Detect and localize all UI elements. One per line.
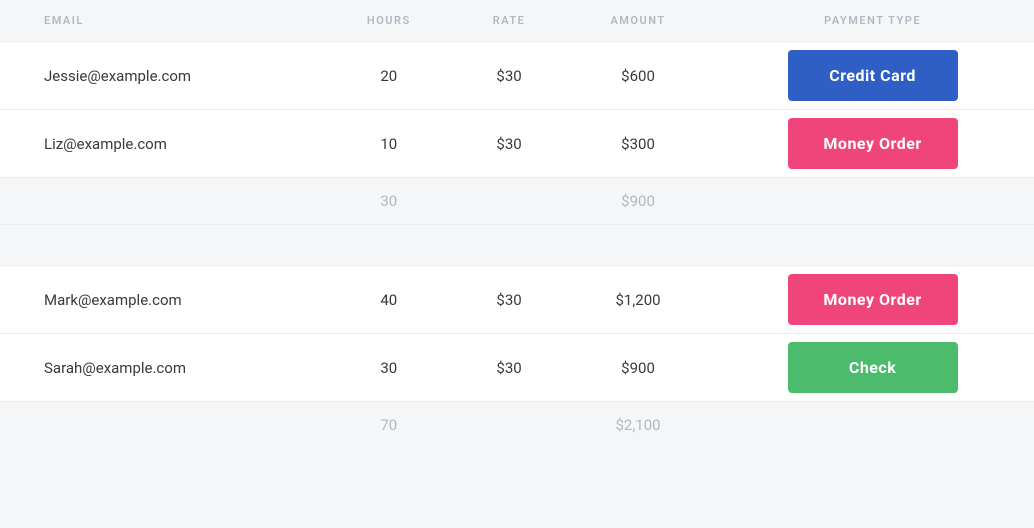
subtotal-amount: $2,100 (565, 402, 711, 449)
table-row: Sarah@example.com 30 $30 $900 Check (0, 334, 1034, 402)
col-header-rate: RATE (453, 0, 565, 42)
cell-payment-type: Money Order (711, 110, 1034, 178)
col-header-amount: AMOUNT (565, 0, 711, 42)
cell-rate: $30 (453, 334, 565, 402)
subtotal-row: 30 $900 (0, 178, 1034, 225)
table-row: Jessie@example.com 20 $30 $600 Credit Ca… (0, 42, 1034, 110)
cell-payment-type: Credit Card (711, 42, 1034, 110)
cell-amount: $1,200 (565, 266, 711, 334)
cell-amount: $900 (565, 334, 711, 402)
subtotal-payment (711, 178, 1034, 225)
cell-hours: 30 (324, 334, 453, 402)
subtotal-row: 70 $2,100 (0, 402, 1034, 449)
cell-rate: $30 (453, 266, 565, 334)
data-table: EMAIL HOURS RATE AMOUNT PAYMENT TYPE Jes… (0, 0, 1034, 448)
cell-email: Mark@example.com (0, 266, 324, 334)
col-header-hours: HOURS (324, 0, 453, 42)
cell-email: Sarah@example.com (0, 334, 324, 402)
subtotal-hours: 30 (324, 178, 453, 225)
col-header-email: EMAIL (0, 0, 324, 42)
header-row: EMAIL HOURS RATE AMOUNT PAYMENT TYPE (0, 0, 1034, 42)
cell-amount: $300 (565, 110, 711, 178)
cell-hours: 20 (324, 42, 453, 110)
cell-hours: 40 (324, 266, 453, 334)
payment-badge: Money Order (788, 274, 958, 325)
cell-email: Liz@example.com (0, 110, 324, 178)
col-header-payment-type: PAYMENT TYPE (711, 0, 1034, 42)
cell-email: Jessie@example.com (0, 42, 324, 110)
table-row: Mark@example.com 40 $30 $1,200 Money Ord… (0, 266, 1034, 334)
cell-rate: $30 (453, 110, 565, 178)
subtotal-hours: 70 (324, 402, 453, 449)
subtotal-rate (453, 178, 565, 225)
cell-payment-type: Money Order (711, 266, 1034, 334)
cell-payment-type: Check (711, 334, 1034, 402)
cell-amount: $600 (565, 42, 711, 110)
subtotal-amount: $900 (565, 178, 711, 225)
cell-hours: 10 (324, 110, 453, 178)
table-container: EMAIL HOURS RATE AMOUNT PAYMENT TYPE Jes… (0, 0, 1034, 448)
subtotal-label (0, 178, 324, 225)
payment-badge: Credit Card (788, 50, 958, 101)
group-separator (0, 225, 1034, 266)
payment-badge: Check (788, 342, 958, 393)
table-row: Liz@example.com 10 $30 $300 Money Order (0, 110, 1034, 178)
payment-badge: Money Order (788, 118, 958, 169)
subtotal-rate (453, 402, 565, 449)
subtotal-payment (711, 402, 1034, 449)
separator-cell (0, 225, 1034, 266)
cell-rate: $30 (453, 42, 565, 110)
subtotal-label (0, 402, 324, 449)
